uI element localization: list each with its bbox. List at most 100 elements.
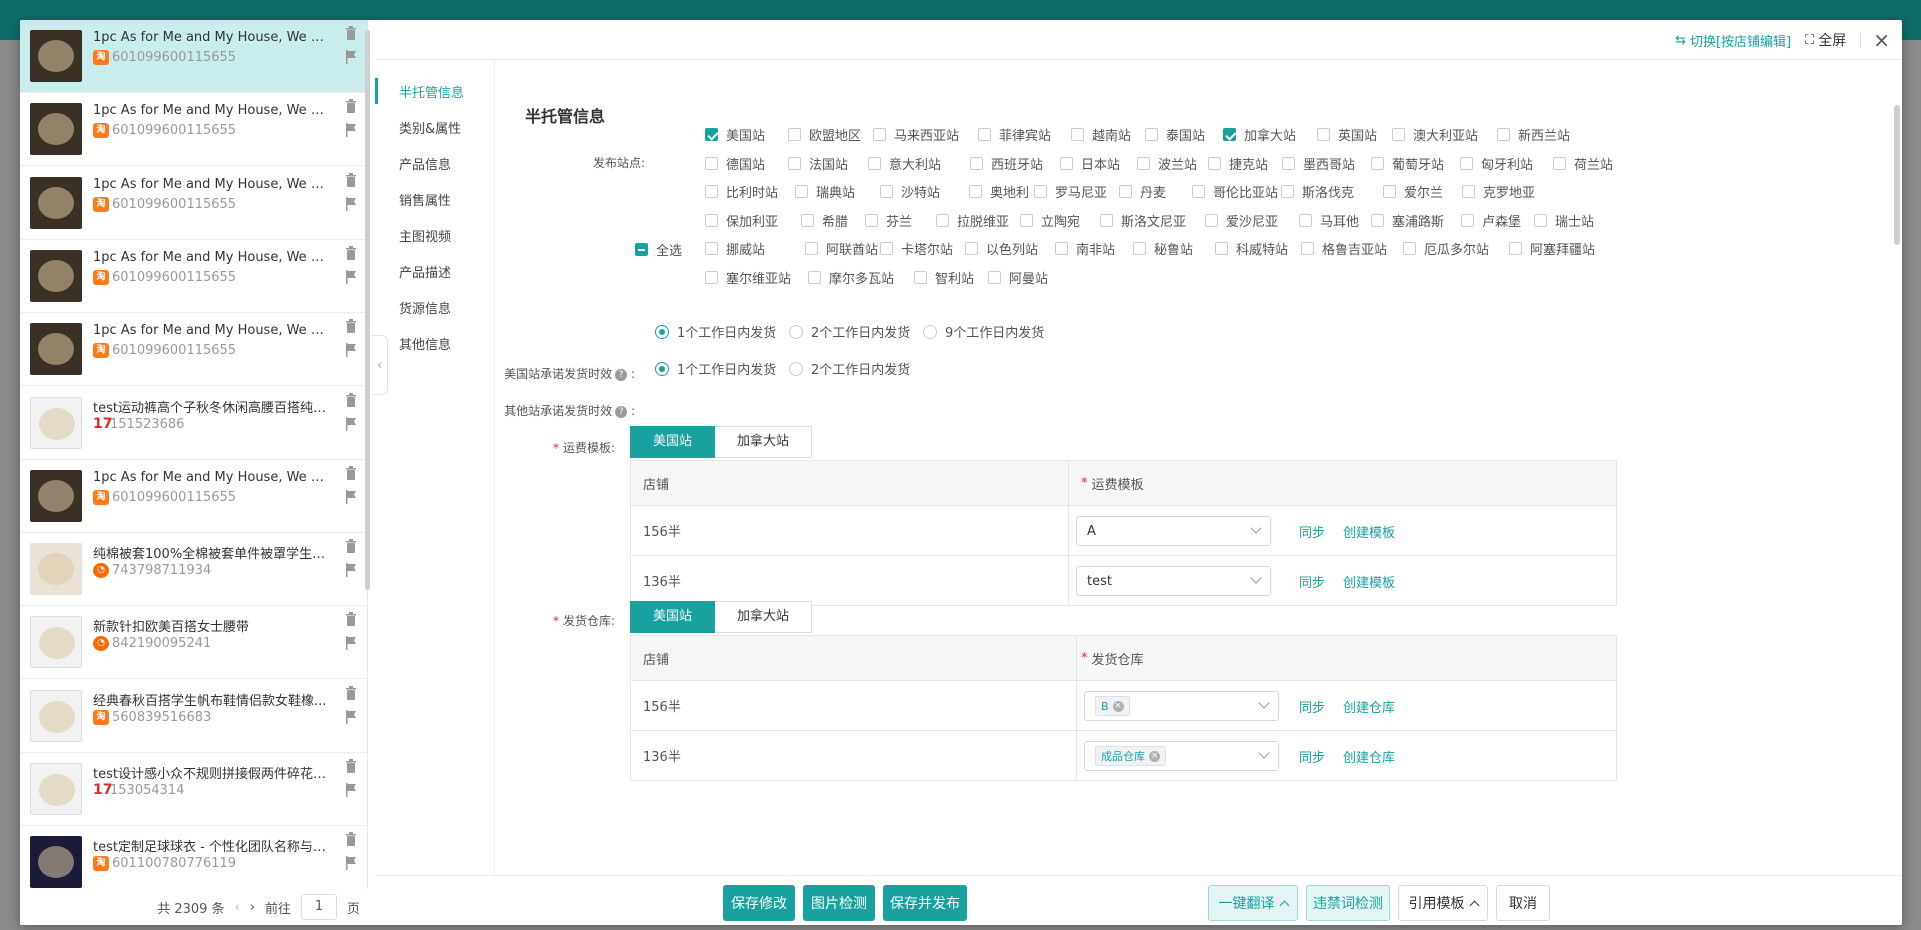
sync-link[interactable]: 同步 — [1299, 697, 1325, 716]
content-scrollbar[interactable] — [1894, 105, 1900, 245]
site-checkbox[interactable]: 阿塞拜疆站 — [1509, 239, 1595, 258]
ship-time-radio[interactable]: 2个工作日内发货 — [789, 359, 910, 378]
site-checkbox[interactable]: 立陶宛 — [1020, 211, 1080, 230]
next-page-icon[interactable]: › — [250, 900, 255, 915]
product-list-item[interactable]: 1pc As for Me and My House, We Wi... 淘 601… — [20, 240, 368, 313]
site-checkbox[interactable]: 马耳他 — [1299, 211, 1359, 230]
select-all-checkbox[interactable]: 全选 — [635, 240, 682, 259]
product-list-item[interactable]: 1pc As for Me and My House, We Wi... 淘 601… — [20, 167, 368, 240]
flag-icon[interactable] — [345, 123, 357, 138]
site-checkbox[interactable]: 克罗地亚 — [1462, 182, 1535, 201]
trash-icon[interactable] — [345, 612, 357, 627]
flag-icon[interactable] — [345, 636, 357, 651]
section-nav-item[interactable]: 产品描述 — [375, 262, 495, 282]
trash-icon[interactable] — [345, 465, 357, 480]
site-checkbox[interactable]: 芬兰 — [865, 211, 912, 230]
tab-warehouse-ca[interactable]: 加拿大站 — [715, 601, 813, 633]
trash-icon[interactable] — [345, 392, 357, 407]
site-checkbox[interactable]: 葡萄牙站 — [1371, 154, 1444, 173]
trash-icon[interactable] — [345, 172, 357, 187]
section-nav-item[interactable]: 产品信息 — [375, 154, 495, 174]
product-list-item[interactable]: 1pc As for Me and My House, We Wi... 淘 601… — [20, 460, 368, 533]
trash-icon[interactable] — [345, 832, 357, 847]
site-checkbox[interactable]: 墨西哥站 — [1282, 154, 1355, 173]
site-checkbox[interactable]: 阿联酋站 — [805, 239, 878, 258]
trash-icon[interactable] — [345, 245, 357, 260]
site-checkbox[interactable]: 英国站 — [1317, 125, 1377, 144]
flag-icon[interactable] — [345, 269, 357, 284]
site-checkbox[interactable]: 新西兰站 — [1497, 125, 1570, 144]
flag-icon[interactable] — [345, 343, 357, 358]
site-checkbox[interactable]: 秘鲁站 — [1133, 239, 1193, 258]
site-checkbox[interactable]: 爱尔兰 — [1383, 182, 1443, 201]
flag-icon[interactable] — [345, 783, 357, 797]
site-checkbox[interactable]: 塞尔维亚站 — [705, 268, 791, 287]
site-checkbox[interactable]: 南非站 — [1055, 239, 1115, 258]
create-warehouse-link[interactable]: 创建仓库 — [1343, 747, 1395, 766]
site-checkbox[interactable]: 加拿大站 — [1223, 125, 1296, 144]
site-checkbox[interactable]: 菲律宾站 — [978, 125, 1051, 144]
site-checkbox[interactable]: 卢森堡 — [1461, 211, 1521, 230]
site-checkbox[interactable]: 格鲁吉亚站 — [1301, 239, 1387, 258]
create-template-link[interactable]: 创建模板 — [1343, 522, 1395, 541]
product-list-item[interactable]: 新款针扣欧美百搭女士腰带 ◔ 842190095241 — [20, 606, 368, 680]
site-checkbox[interactable]: 保加利亚 — [705, 211, 778, 230]
trash-icon[interactable] — [345, 539, 357, 554]
create-warehouse-link[interactable]: 创建仓库 — [1343, 697, 1395, 716]
section-nav-item[interactable]: 货源信息 — [375, 298, 495, 318]
template-button[interactable]: 引用模板 — [1398, 885, 1488, 921]
page-input[interactable]: 1 — [300, 894, 337, 920]
flag-icon[interactable] — [345, 416, 357, 431]
site-checkbox[interactable]: 沙特站 — [880, 182, 940, 201]
site-checkbox[interactable]: 澳大利亚站 — [1392, 125, 1478, 144]
site-checkbox[interactable]: 意大利站 — [868, 154, 941, 173]
product-list-item[interactable]: test设计感小众不规则拼接假两件碎花吊... 17 153054314 — [20, 753, 368, 826]
create-template-link[interactable]: 创建模板 — [1343, 572, 1395, 591]
ship-time-radio[interactable]: 9个工作日内发货 — [923, 322, 1044, 341]
close-icon[interactable]: × — [1860, 30, 1890, 50]
section-nav-item[interactable]: 主图视频 — [375, 226, 495, 246]
site-checkbox[interactable]: 塞浦路斯 — [1371, 211, 1444, 230]
sync-link[interactable]: 同步 — [1299, 572, 1325, 591]
site-checkbox[interactable]: 荷兰站 — [1553, 154, 1613, 173]
ship-time-radio[interactable]: 1个工作日内发货 — [655, 322, 776, 341]
freight-template-select[interactable]: test — [1076, 566, 1271, 596]
site-checkbox[interactable]: 法国站 — [788, 154, 848, 173]
site-checkbox[interactable]: 奥地利 — [969, 182, 1029, 201]
site-checkbox[interactable]: 希腊 — [801, 211, 848, 230]
site-checkbox[interactable]: 智利站 — [914, 268, 974, 287]
remove-tag-icon[interactable]: × — [1149, 750, 1160, 762]
site-checkbox[interactable]: 德国站 — [705, 154, 765, 173]
site-checkbox[interactable]: 捷克站 — [1208, 154, 1268, 173]
sync-link[interactable]: 同步 — [1299, 747, 1325, 766]
site-checkbox[interactable]: 越南站 — [1071, 125, 1131, 144]
site-checkbox[interactable]: 波兰站 — [1137, 154, 1197, 173]
site-checkbox[interactable]: 挪威站 — [705, 239, 765, 258]
image-check-button[interactable]: 图片检测 — [803, 885, 875, 921]
section-nav-item[interactable]: 其他信息 — [375, 334, 495, 354]
site-checkbox[interactable]: 欧盟地区 — [788, 125, 861, 144]
tab-freight-us[interactable]: 美国站 — [630, 426, 716, 458]
product-list-item[interactable]: 纯棉被套100%全棉被套单件被罩学生宿... ◔ 743798711934 — [20, 533, 368, 607]
fullscreen-button[interactable]: ⛶ 全屏 — [1805, 30, 1846, 50]
site-checkbox[interactable]: 丹麦 — [1119, 182, 1166, 201]
section-nav-item[interactable]: 类别&属性 — [375, 118, 495, 138]
trash-icon[interactable] — [345, 685, 357, 700]
ship-time-radio[interactable]: 2个工作日内发货 — [789, 322, 910, 341]
site-checkbox[interactable]: 日本站 — [1060, 154, 1120, 173]
site-checkbox[interactable]: 斯洛文尼亚 — [1100, 211, 1186, 230]
flag-icon[interactable] — [345, 489, 357, 504]
flag-icon[interactable] — [345, 196, 357, 211]
freight-template-select[interactable]: A — [1076, 516, 1271, 546]
tab-freight-ca[interactable]: 加拿大站 — [715, 426, 813, 458]
site-checkbox[interactable]: 拉脱维亚 — [936, 211, 1009, 230]
site-checkbox[interactable]: 匈牙利站 — [1460, 154, 1533, 173]
site-checkbox[interactable]: 厄瓜多尔站 — [1403, 239, 1489, 258]
trash-icon[interactable] — [345, 99, 357, 114]
flag-icon[interactable] — [345, 709, 357, 724]
site-checkbox[interactable]: 瑞典站 — [795, 182, 855, 201]
ship-time-radio[interactable]: 1个工作日内发货 — [655, 359, 776, 378]
prev-page-icon[interactable]: ‹ — [235, 900, 240, 915]
trash-icon[interactable] — [345, 759, 357, 773]
warehouse-select[interactable]: 成品仓库 × — [1084, 741, 1279, 771]
